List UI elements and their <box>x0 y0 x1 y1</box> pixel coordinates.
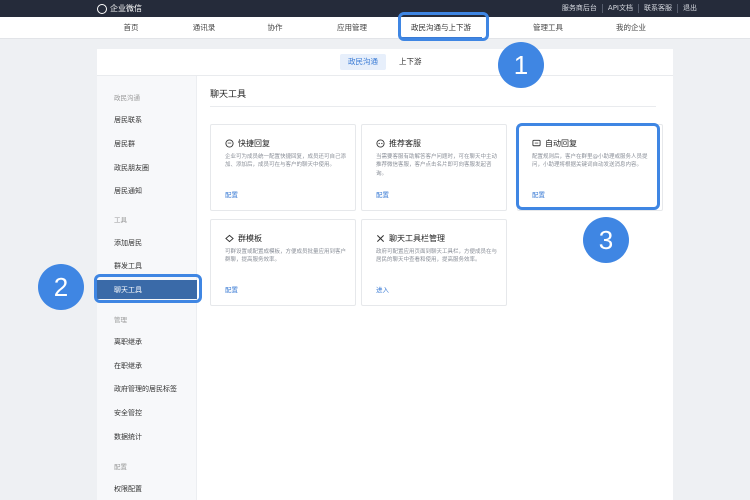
sidebar-group-management: 管理 <box>114 316 127 324</box>
nav-collaboration[interactable]: 协作 <box>268 22 283 33</box>
top-bar: 企业微信 服务商后台 API文档 联系客服 退出 <box>0 0 750 17</box>
sidebar-item-mass-send[interactable]: 群发工具 <box>114 261 142 271</box>
sidebar-item-resident-contact[interactable]: 居民联系 <box>114 115 142 125</box>
card-group-template[interactable]: 群模板 可群设置或配置成模板，方便成员批量应用到客户群聊，提高服务效率。 配置 <box>210 219 356 306</box>
group-template-icon <box>225 234 234 243</box>
nav-my-enterprise[interactable]: 我的企业 <box>616 22 646 33</box>
highlight-chat-tools <box>94 274 202 303</box>
link-provider-backend[interactable]: 服务商后台 <box>557 4 602 13</box>
step-badge-1: 1 <box>498 42 544 88</box>
recommend-service-icon <box>376 139 385 148</box>
link-api-docs[interactable]: API文档 <box>601 4 638 13</box>
subtab-upstream-downstream[interactable]: 上下游 <box>391 54 430 70</box>
quick-reply-icon <box>225 139 234 148</box>
nav-contacts[interactable]: 通讯录 <box>193 22 216 33</box>
toolbar-manage-icon <box>376 234 385 243</box>
sidebar-item-resident-tags[interactable]: 政府管理的居民标签 <box>114 384 177 394</box>
card-recommend-service[interactable]: 推荐客服 当需要客服有助解答客户问题时，可在聊天中主动推荐微信客服，客户点击名片… <box>361 124 507 211</box>
sidebar-group-tools: 工具 <box>114 216 127 224</box>
card-enter-link[interactable]: 进入 <box>376 284 389 294</box>
sidebar-item-resident-group[interactable]: 居民群 <box>114 139 135 149</box>
sidebar-item-resigned-inherit[interactable]: 离职继承 <box>114 337 142 347</box>
card-title: 推荐客服 <box>389 139 421 148</box>
card-title: 群模板 <box>238 234 262 243</box>
card-desc: 当需要客服有助解答客户问题时，可在聊天中主动推荐微信客服，客户点击名片即可向客服… <box>376 154 498 177</box>
subtab-civic-communication[interactable]: 政民沟通 <box>340 54 386 70</box>
card-desc: 可群设置或配置成模板，方便成员批量应用到客户群聊，提高服务效率。 <box>225 249 347 264</box>
app-logo[interactable]: 企业微信 <box>97 3 142 14</box>
top-links: 服务商后台 API文档 联系客服 退出 <box>557 4 702 13</box>
sidebar-item-moments[interactable]: 政民朋友圈 <box>114 163 149 173</box>
wecom-logo-icon <box>97 3 107 14</box>
card-config-link[interactable]: 配置 <box>376 189 389 199</box>
card-title: 快捷回复 <box>238 139 270 148</box>
nav-app-management[interactable]: 应用管理 <box>337 22 367 33</box>
highlight-auto-reply <box>516 123 660 210</box>
link-logout[interactable]: 退出 <box>677 4 702 13</box>
highlight-nav-gov-civic <box>398 12 489 41</box>
card-title: 聊天工具栏管理 <box>389 234 445 243</box>
sidebar-item-statistics[interactable]: 数据统计 <box>114 432 142 442</box>
link-contact-support[interactable]: 联系客服 <box>638 4 677 13</box>
nav-home[interactable]: 首页 <box>124 22 139 33</box>
sidebar-item-add-resident[interactable]: 添加居民 <box>114 238 142 248</box>
card-desc: 政府可配置应用页面到聊天工具栏，方便成员在与居民的聊天中查看和使用，提高服务效率… <box>376 249 498 264</box>
card-desc: 企业可为成员统一配置快捷回复，成员还可自己添加、添加后，成员可在与客户的聊天中使… <box>225 154 347 169</box>
sidebar-item-security[interactable]: 安全管控 <box>114 408 142 418</box>
card-toolbar-management[interactable]: 聊天工具栏管理 政府可配置应用页面到聊天工具栏，方便成员在与居民的聊天中查看和使… <box>361 219 507 306</box>
card-config-link[interactable]: 配置 <box>225 189 238 199</box>
step-badge-2: 2 <box>38 264 84 310</box>
page-title: 聊天工具 <box>210 90 247 100</box>
sub-tabs: 政民沟通 上下游 <box>97 49 673 76</box>
card-quick-reply[interactable]: 快捷回复 企业可为成员统一配置快捷回复，成员还可自己添加、添加后，成员可在与客户… <box>210 124 356 211</box>
sidebar-group-config: 配置 <box>114 463 127 471</box>
step-badge-3: 3 <box>583 217 629 263</box>
sidebar-item-permissions[interactable]: 权限配置 <box>114 484 142 494</box>
card-config-link[interactable]: 配置 <box>225 284 238 294</box>
nav-management-tools[interactable]: 管理工具 <box>533 22 563 33</box>
sidebar-item-resident-notice[interactable]: 居民通知 <box>114 186 142 196</box>
sidebar-item-onjob-inherit[interactable]: 在职继承 <box>114 361 142 371</box>
main-nav: 首页 通讯录 协作 应用管理 政民沟通与上下游 管理工具 我的企业 <box>0 17 750 39</box>
sidebar-group-civic: 政民沟通 <box>114 94 140 102</box>
app-logo-text: 企业微信 <box>110 4 142 13</box>
title-divider <box>210 106 656 107</box>
